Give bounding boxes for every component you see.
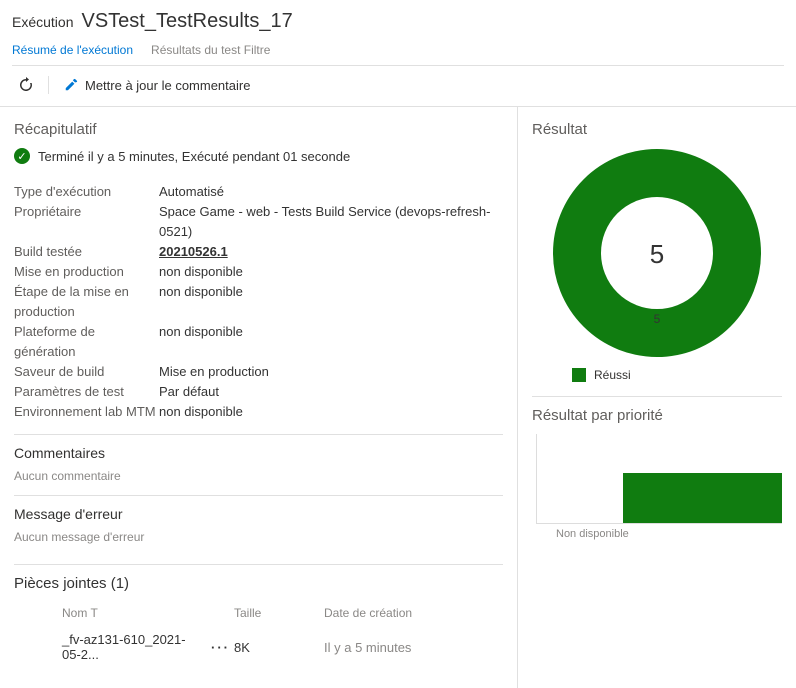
toolbar: Mettre à jour le commentaire bbox=[0, 66, 796, 107]
flavor-label: Saveur de build bbox=[14, 362, 159, 382]
error-empty: Aucun message d'erreur bbox=[14, 530, 503, 544]
attachments-header: Nom T Taille Date de création bbox=[14, 600, 503, 626]
release-value: non disponible bbox=[159, 262, 243, 282]
tabs: Résumé de l'exécution Résultats du test … bbox=[12, 43, 784, 66]
priority-title: Résultat par priorité bbox=[532, 407, 782, 424]
divider bbox=[532, 396, 782, 397]
legend-swatch-passed bbox=[572, 368, 586, 382]
success-icon bbox=[14, 148, 30, 164]
divider bbox=[14, 564, 503, 565]
owner-label: Propriétaire bbox=[14, 202, 159, 242]
page-title-row: Exécution VSTest_TestResults_17 bbox=[12, 10, 784, 33]
flavor-value: Mise en production bbox=[159, 362, 269, 382]
params-label: Paramètres de test bbox=[14, 382, 159, 402]
divider bbox=[14, 495, 503, 496]
error-title: Message d'erreur bbox=[14, 506, 503, 522]
status-text: Terminé il y a 5 minutes, Exécuté pendan… bbox=[38, 149, 350, 164]
priority-label: Non disponible bbox=[556, 528, 782, 540]
priority-chart bbox=[536, 434, 782, 524]
col-date[interactable]: Date de création bbox=[324, 606, 503, 620]
more-icon[interactable]: ··· bbox=[207, 640, 234, 655]
platform-label: Plateforme de génération bbox=[14, 322, 159, 362]
pencil-icon bbox=[63, 77, 79, 93]
build-value[interactable]: 20210526.1 bbox=[159, 242, 228, 262]
result-donut: 5 5 bbox=[532, 148, 782, 358]
status-row: Terminé il y a 5 minutes, Exécuté pendan… bbox=[14, 148, 503, 164]
summary-title: Récapitulatif bbox=[14, 121, 503, 138]
type-value: Automatisé bbox=[159, 182, 224, 202]
type-label: Type d'exécution bbox=[14, 182, 159, 202]
attachments-title: Pièces jointes (1) bbox=[14, 575, 503, 592]
stage-label: Étape de la mise en production bbox=[14, 282, 159, 322]
comments-empty: Aucun commentaire bbox=[14, 469, 503, 483]
lab-value: non disponible bbox=[159, 402, 243, 422]
attachment-date: Il y a 5 minutes bbox=[324, 640, 503, 655]
owner-value: Space Game - web - Tests Build Service (… bbox=[159, 202, 503, 242]
lab-label: Environnement lab MTM bbox=[14, 402, 159, 422]
params-value: Par défaut bbox=[159, 382, 219, 402]
execution-label: Exécution bbox=[12, 14, 73, 30]
donut-total: 5 bbox=[650, 239, 664, 269]
refresh-icon[interactable] bbox=[18, 77, 34, 93]
attachment-row[interactable]: _fv-az131-610_2021-05-2... ··· 8K Il y a… bbox=[14, 626, 503, 668]
donut-passed-count: 5 bbox=[654, 312, 661, 326]
tab-summary[interactable]: Résumé de l'exécution bbox=[12, 43, 133, 57]
col-name[interactable]: Nom T bbox=[14, 606, 234, 620]
legend-passed: Réussi bbox=[594, 368, 631, 382]
tab-filter[interactable]: Résultats du test Filtre bbox=[151, 43, 270, 57]
platform-value: non disponible bbox=[159, 322, 243, 362]
release-label: Mise en production bbox=[14, 262, 159, 282]
toolbar-divider bbox=[48, 76, 49, 94]
result-title: Résultat bbox=[532, 121, 782, 138]
build-label: Build testée bbox=[14, 242, 159, 262]
update-comment-label: Mettre à jour le commentaire bbox=[85, 78, 250, 93]
attachment-name: _fv-az131-610_2021-05-2... bbox=[62, 632, 201, 662]
result-legend: Réussi bbox=[532, 368, 782, 382]
stage-value: non disponible bbox=[159, 282, 243, 322]
attachment-size: 8K bbox=[234, 640, 324, 655]
priority-bar bbox=[623, 473, 782, 523]
update-comment-button[interactable]: Mettre à jour le commentaire bbox=[63, 77, 250, 93]
execution-name: VSTest_TestResults_17 bbox=[81, 10, 292, 33]
col-size[interactable]: Taille bbox=[234, 606, 324, 620]
divider bbox=[14, 434, 503, 435]
comments-title: Commentaires bbox=[14, 445, 503, 461]
